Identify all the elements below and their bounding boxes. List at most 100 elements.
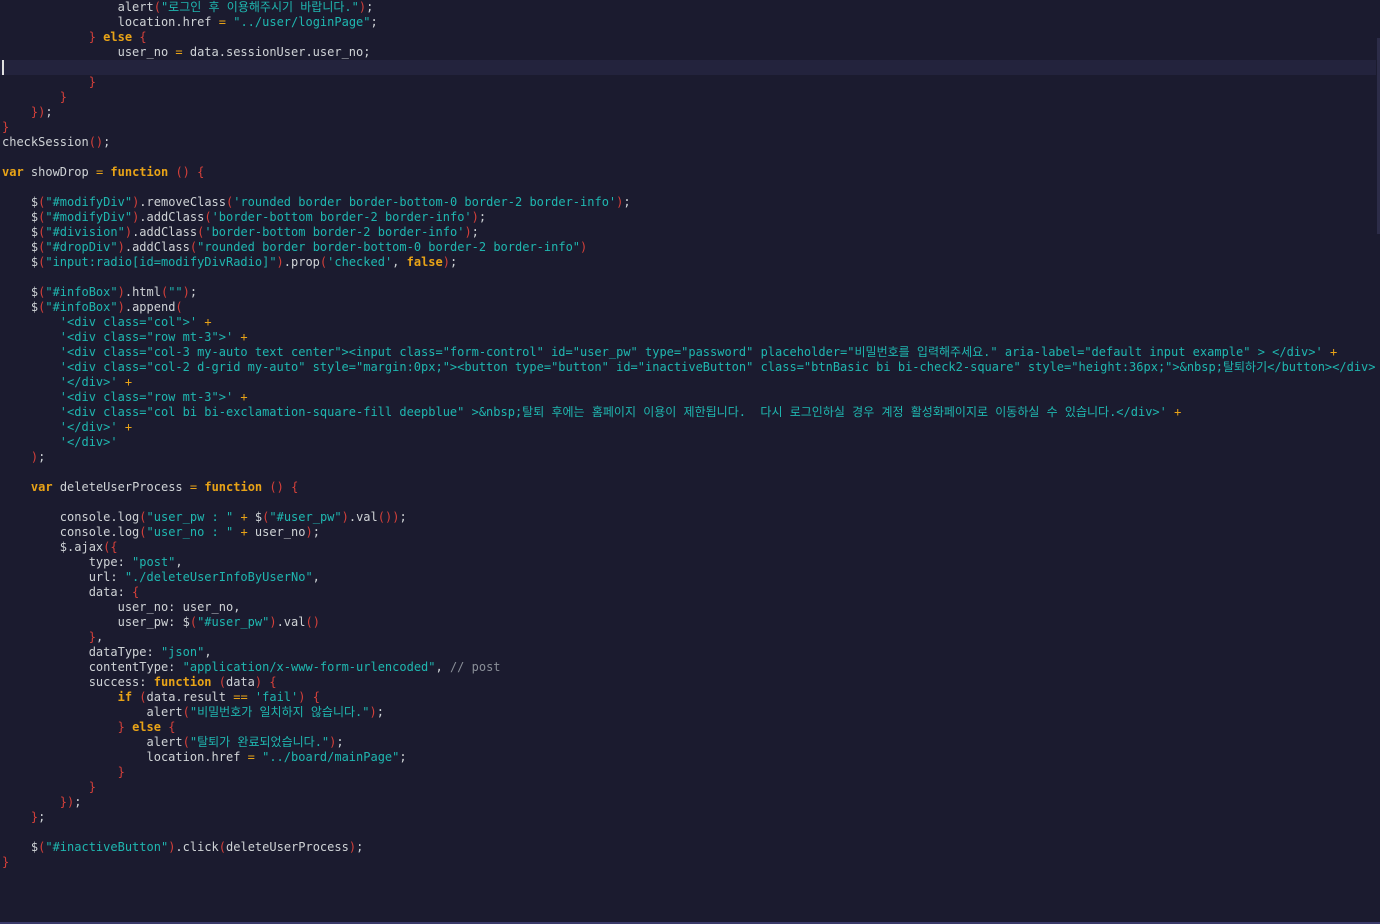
code-token: }: [59, 90, 68, 104]
code-line[interactable]: [0, 60, 1376, 75]
code-line[interactable]: '<div class="row mt-3">' +: [0, 390, 1376, 405]
code-line[interactable]: alert("탈퇴가 완료되었습니다.");: [0, 735, 1376, 750]
code-line[interactable]: checkSession();: [0, 135, 1376, 150]
code-token: showDrop: [23, 165, 96, 179]
code-line[interactable]: $("#modifyDiv").removeClass('rounded bor…: [0, 195, 1376, 210]
code-line[interactable]: [0, 465, 1376, 480]
code-line[interactable]: $("#division").addClass('border-bottom b…: [0, 225, 1376, 240]
code-line[interactable]: $.ajax({: [0, 540, 1376, 555]
code-line[interactable]: url: "./deleteUserInfoByUserNo",: [0, 570, 1376, 585]
code-line[interactable]: '<div class="col-3 my-auto text center">…: [0, 345, 1376, 360]
code-line[interactable]: user_no = data.sessionUser.user_no;: [0, 45, 1376, 60]
code-line[interactable]: }: [0, 90, 1376, 105]
code-token: '<div class="col-3 my-auto text center">…: [59, 345, 1323, 359]
vertical-scrollbar[interactable]: [1376, 0, 1380, 922]
code-line[interactable]: console.log("user_pw : " + $("#user_pw")…: [0, 510, 1376, 525]
code-line[interactable]: $("#infoBox").html("");: [0, 285, 1376, 300]
code-token: ;: [74, 795, 82, 809]
code-line[interactable]: success: function (data) {: [0, 675, 1376, 690]
code-token: "./deleteUserInfoByUserNo": [124, 570, 313, 584]
code-line[interactable]: location.href = "../board/mainPage";: [0, 750, 1376, 765]
code-line[interactable]: location.href = "../user/loginPage";: [0, 15, 1376, 30]
code-line[interactable]: alert("비밀번호가 일치하지 않습니다.");: [0, 705, 1376, 720]
code-token: url:: [2, 570, 125, 584]
code-line[interactable]: [0, 270, 1376, 285]
code-token: $: [2, 210, 39, 224]
code-token: $: [2, 300, 39, 314]
code-line[interactable]: $("#dropDiv").addClass("rounded border b…: [0, 240, 1376, 255]
code-token: +: [240, 525, 248, 539]
code-line[interactable]: type: "post",: [0, 555, 1376, 570]
code-line[interactable]: console.log("user_no : " + user_no);: [0, 525, 1376, 540]
code-line[interactable]: });: [0, 105, 1376, 120]
code-line[interactable]: [0, 825, 1376, 840]
code-line[interactable]: user_no: user_no,: [0, 600, 1376, 615]
code-line[interactable]: user_pw: $("#user_pw").val(): [0, 615, 1376, 630]
code-line[interactable]: }: [0, 120, 1376, 135]
code-line[interactable]: contentType: "application/x-www-form-url…: [0, 660, 1376, 675]
code-token: }: [117, 720, 125, 734]
code-line[interactable]: [0, 150, 1376, 165]
code-token: '<div class="row mt-3">': [59, 330, 234, 344]
code-line[interactable]: '<div class="col">' +: [0, 315, 1376, 330]
code-line[interactable]: '<div class="row mt-3">' +: [0, 330, 1376, 345]
code-line[interactable]: alert("로그인 후 이용해주시기 바랍니다.");: [0, 0, 1376, 15]
code-line[interactable]: }: [0, 765, 1376, 780]
code-token: ): [117, 285, 125, 299]
code-token: "input:radio[id=modifyDivRadio]": [45, 255, 277, 269]
code-token: dataType:: [2, 645, 161, 659]
code-line[interactable]: });: [0, 795, 1376, 810]
code-line[interactable]: '<div class="col-2 d-grid my-auto" style…: [0, 360, 1376, 375]
code-token: "#infoBox": [45, 285, 118, 299]
code-token: $: [2, 225, 39, 239]
code-line[interactable]: '</div>' +: [0, 375, 1376, 390]
code-line[interactable]: },: [0, 630, 1376, 645]
code-line[interactable]: data: {: [0, 585, 1376, 600]
code-token: ): [348, 840, 357, 854]
code-line[interactable]: }: [0, 855, 1376, 870]
code-line[interactable]: } else {: [0, 720, 1376, 735]
code-line[interactable]: '</div>' +: [0, 420, 1376, 435]
code-line[interactable]: }: [0, 780, 1376, 795]
code-token: }: [88, 30, 96, 44]
code-token: if: [117, 690, 133, 704]
code-line[interactable]: $("#infoBox").append(: [0, 300, 1376, 315]
code-line[interactable]: );: [0, 450, 1376, 465]
code-line[interactable]: $("input:radio[id=modifyDivRadio]").prop…: [0, 255, 1376, 270]
code-token: "user_pw : ": [146, 510, 234, 524]
code-token: "#infoBox": [45, 300, 118, 314]
code-line[interactable]: var showDrop = function () {: [0, 165, 1376, 180]
code-line[interactable]: [0, 180, 1376, 195]
code-token: (: [218, 840, 227, 854]
code-token: (): [269, 480, 284, 494]
code-line[interactable]: } else {: [0, 30, 1376, 45]
code-line[interactable]: '</div>': [0, 435, 1376, 450]
code-token: var: [2, 165, 24, 179]
code-line[interactable]: var deleteUserProcess = function () {: [0, 480, 1376, 495]
code-token: ;: [478, 210, 487, 224]
code-line[interactable]: $("#modifyDiv").addClass('border-bottom …: [0, 210, 1376, 225]
code-token: user_no: [247, 525, 306, 539]
code-token: console.log: [2, 525, 140, 539]
code-line[interactable]: }: [0, 75, 1376, 90]
code-token: $: [2, 240, 39, 254]
code-token: false: [406, 255, 443, 269]
code-line[interactable]: dataType: "json",: [0, 645, 1376, 660]
code-line[interactable]: [0, 495, 1376, 510]
code-line[interactable]: };: [0, 810, 1376, 825]
code-line[interactable]: '<div class="col bi bi-exclamation-squar…: [0, 405, 1376, 420]
code-editor[interactable]: alert("로그인 후 이용해주시기 바랍니다."); location.hr…: [0, 0, 1380, 924]
code-token: $: [2, 255, 39, 269]
code-area[interactable]: alert("로그인 후 이용해주시기 바랍니다."); location.hr…: [0, 0, 1376, 870]
code-line[interactable]: $("#inactiveButton").click(deleteUserPro…: [0, 840, 1376, 855]
code-token: }: [2, 120, 10, 134]
code-line[interactable]: if (data.result == 'fail') {: [0, 690, 1376, 705]
